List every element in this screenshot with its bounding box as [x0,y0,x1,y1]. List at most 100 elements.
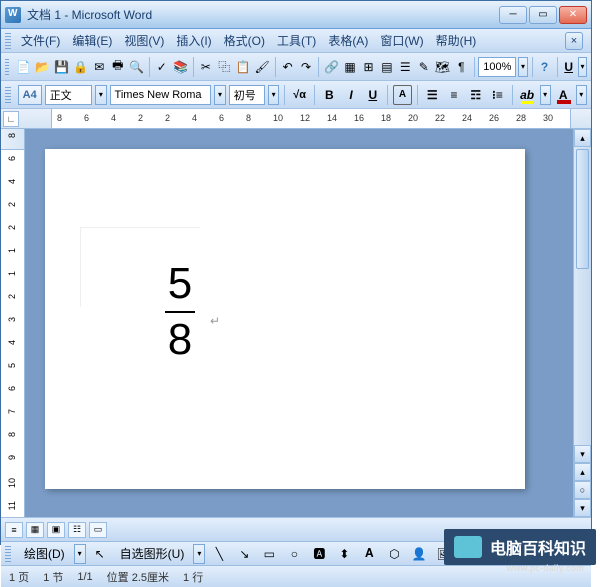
cut-button[interactable]: ✂ [198,56,214,78]
char-border-button[interactable]: A [393,85,412,105]
toolbar-grip[interactable] [5,33,11,49]
spellcheck-button[interactable]: ✓ [154,56,170,78]
web-view-button[interactable]: ▦ [26,522,44,538]
size-combo[interactable]: 初号 [229,85,265,105]
clipart-button[interactable]: 👤 [408,543,430,565]
mail-button[interactable]: ✉ [91,56,107,78]
menu-table[interactable]: 表格(A) [322,30,374,51]
font-dropdown[interactable]: ▾ [214,85,225,105]
excel-button[interactable]: ▤ [379,56,395,78]
select-objects-button[interactable]: ↖ [89,543,111,565]
vertical-textbox-button[interactable]: ⬍ [333,543,355,565]
bold-button[interactable]: B [320,85,339,105]
fraction-equation[interactable]: 5 8 [165,259,195,365]
format-painter-button[interactable]: 🖌 [253,56,270,78]
new-doc-button[interactable]: 📄 [15,56,32,78]
horizontal-ruler[interactable]: ∟ 864224681012141618202224262830 [1,109,591,129]
scroll-down-button[interactable]: ▾ [574,445,591,463]
outline-view-button[interactable]: ☷ [68,522,86,538]
diagram-button[interactable]: ⬡ [383,543,405,565]
scroll-up-button[interactable]: ▴ [574,129,591,147]
textbox-button[interactable]: 🅰 [308,543,330,565]
insert-table-button[interactable]: ⊞ [360,56,376,78]
font-combo[interactable]: Times New Roma [110,85,212,105]
bullet-list-button[interactable]: ⁝≡ [488,85,507,105]
styles-pane-button[interactable]: A4 [18,85,42,105]
vertical-ruler[interactable]: 8642211234567891011 [1,129,25,517]
menu-file[interactable]: 文件(F) [15,30,66,51]
document-area[interactable]: 5 8 ↵ [25,129,591,517]
font-color-dropdown[interactable]: ▾ [576,85,587,105]
zoom-combo[interactable]: 100% [478,57,516,77]
style-dropdown[interactable]: ▾ [95,85,106,105]
zoom-dropdown[interactable]: ▾ [518,57,527,77]
ruler-tick: 20 [408,113,418,123]
toolbar-grip[interactable] [5,546,11,562]
align-left-button[interactable]: ☰ [423,85,442,105]
help-icon[interactable]: ? [536,56,552,78]
arrow-tool-button[interactable]: ↘ [233,543,255,565]
tables-borders-button[interactable]: ▦ [342,56,358,78]
drawing-toggle-button[interactable]: ✎ [416,56,432,78]
close-doc-button[interactable]: × [565,32,583,50]
underline-button-2[interactable]: U [561,57,575,77]
menu-help[interactable]: 帮助(H) [430,30,483,51]
menu-tools[interactable]: 工具(T) [271,30,322,51]
highlight-dropdown[interactable]: ▾ [540,85,551,105]
print-view-button[interactable]: ▣ [47,522,65,538]
reading-view-button[interactable]: ▭ [89,522,107,538]
permission-button[interactable]: 🔒 [72,56,89,78]
copy-button[interactable]: ⿻ [216,56,232,78]
italic-button[interactable]: I [342,85,361,105]
columns-button[interactable]: ☰ [397,56,413,78]
align-distribute-button[interactable]: ≡ [445,85,464,105]
style-combo[interactable]: 正文 [45,85,92,105]
doc-map-button[interactable]: 🗺 [434,56,451,78]
rectangle-tool-button[interactable]: ▭ [258,543,280,565]
hyperlink-button[interactable]: 🔗 [323,56,340,78]
open-button[interactable]: 📂 [34,56,51,78]
menu-insert[interactable]: 插入(I) [170,30,217,51]
maximize-button[interactable]: ▭ [529,6,557,24]
toolbar-grip[interactable] [5,87,11,103]
show-marks-button[interactable]: ¶ [453,56,469,78]
paste-button[interactable]: 📋 [235,56,252,78]
underline-button[interactable]: U [363,85,382,105]
research-button[interactable]: 📚 [172,56,189,78]
browse-object-button[interactable]: ○ [574,481,591,499]
ruler-v-tick: 2 [7,294,17,299]
next-page-button[interactable]: ▾ [574,499,591,517]
number-list-button[interactable]: ☶ [466,85,485,105]
print-button[interactable]: 🖶 [110,56,126,78]
page[interactable]: 5 8 ↵ [45,149,525,489]
font-color-button[interactable]: A [554,85,573,105]
line-tool-button[interactable]: ╲ [208,543,230,565]
toolbar-grip[interactable] [5,59,9,75]
menu-view[interactable]: 视图(V) [118,30,170,51]
draw-menu[interactable]: 绘图(D) [18,543,71,564]
minimize-button[interactable]: ─ [499,6,527,24]
tab-selector[interactable]: ∟ [3,111,19,127]
vertical-scrollbar[interactable]: ▴ ▾ ▴ ○ ▾ [573,129,591,517]
close-button[interactable]: ✕ [559,6,587,24]
print-preview-button[interactable]: 🔍 [128,56,145,78]
redo-button[interactable]: ↷ [298,56,314,78]
normal-view-button[interactable]: ≡ [5,522,23,538]
oval-tool-button[interactable]: ○ [283,543,305,565]
save-button[interactable]: 💾 [53,56,70,78]
draw-dropdown[interactable]: ▾ [74,544,86,564]
autoshapes-menu[interactable]: 自选图形(U) [114,543,191,564]
menu-edit[interactable]: 编辑(E) [66,30,118,51]
ruler-tick: 10 [273,113,283,123]
prev-page-button[interactable]: ▴ [574,463,591,481]
scroll-thumb[interactable] [576,149,589,269]
autoshapes-dropdown[interactable]: ▾ [193,544,205,564]
highlight-button[interactable]: ab [518,85,537,105]
wordart-button[interactable]: 𝐀 [358,543,380,565]
menu-window[interactable]: 窗口(W) [374,30,429,51]
equation-button[interactable]: √α [290,85,309,105]
size-dropdown[interactable]: ▾ [268,85,279,105]
toolbar-overflow[interactable]: ▾ [578,57,587,77]
menu-format[interactable]: 格式(O) [218,30,271,51]
undo-button[interactable]: ↶ [279,56,295,78]
